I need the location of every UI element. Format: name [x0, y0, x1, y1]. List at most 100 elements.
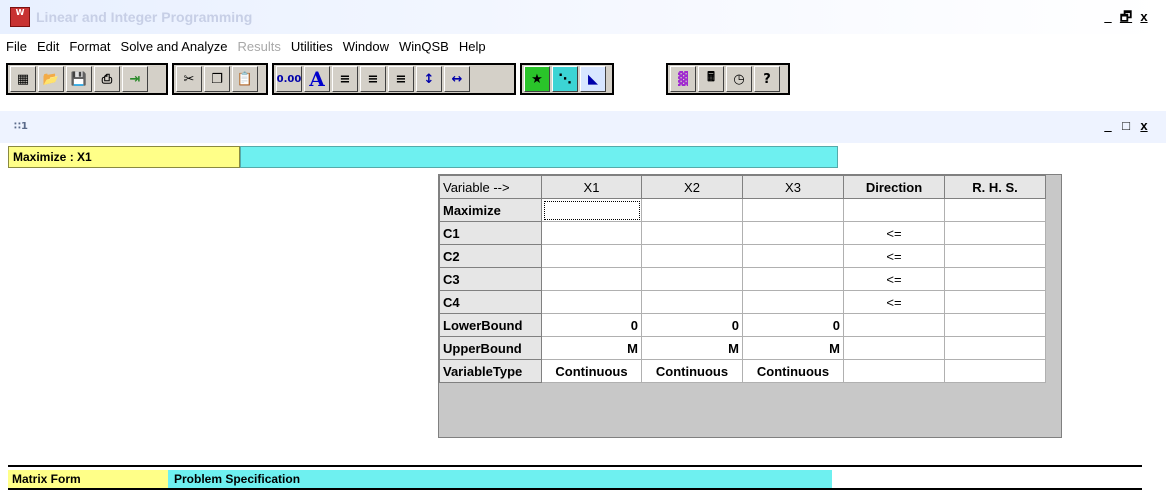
- rhs-cell[interactable]: [944, 198, 1046, 222]
- direction-cell[interactable]: <=: [843, 290, 945, 314]
- direction-cell[interactable]: <=: [843, 267, 945, 291]
- coefficient-cell[interactable]: [742, 244, 844, 268]
- exit-icon[interactable]: ⇥: [122, 66, 148, 92]
- paste-icon[interactable]: 📋: [232, 66, 258, 92]
- coefficient-cell[interactable]: 0: [641, 313, 743, 337]
- winqsb-app-icon[interactable]: W: [10, 7, 30, 27]
- coefficient-cell[interactable]: [641, 198, 743, 222]
- menu-window[interactable]: Window: [343, 39, 389, 54]
- row-header[interactable]: LowerBound: [439, 313, 542, 337]
- rhs-cell[interactable]: [944, 244, 1046, 268]
- child-window-title: 1: [20, 121, 28, 132]
- menu-utilities[interactable]: Utilities: [291, 39, 333, 54]
- coefficient-cell[interactable]: 0: [742, 313, 844, 337]
- new-icon[interactable]: ▦: [10, 66, 36, 92]
- clock-icon[interactable]: ◷: [726, 66, 752, 92]
- direction-cell[interactable]: <=: [843, 244, 945, 268]
- graph-icon[interactable]: ⋱: [552, 66, 578, 92]
- row-header[interactable]: C1: [439, 221, 542, 245]
- child-close-button[interactable]: x: [1136, 118, 1152, 134]
- calculator-icon[interactable]: 🖩: [698, 66, 724, 92]
- table-row: VariableType Continuous Continuous Continuo…: [439, 359, 1046, 383]
- column-header[interactable]: R. H. S.: [944, 175, 1046, 199]
- row-header[interactable]: VariableType: [439, 359, 542, 383]
- row-header[interactable]: UpperBound: [439, 336, 542, 360]
- chart-icon[interactable]: ▓: [670, 66, 696, 92]
- coefficient-cell[interactable]: [641, 221, 743, 245]
- column-header[interactable]: X3: [742, 175, 844, 199]
- coefficient-cell[interactable]: [742, 221, 844, 245]
- coefficient-cell[interactable]: Continuous: [641, 359, 743, 383]
- menu-help[interactable]: Help: [459, 39, 486, 54]
- direction-cell[interactable]: [843, 313, 945, 337]
- copy-icon[interactable]: ❐: [204, 66, 230, 92]
- menu-results[interactable]: Results: [238, 39, 281, 54]
- cut-icon[interactable]: ✂: [176, 66, 202, 92]
- rhs-cell[interactable]: [944, 313, 1046, 337]
- menu-solve-and-analyze[interactable]: Solve and Analyze: [121, 39, 228, 54]
- coefficient-cell[interactable]: [641, 290, 743, 314]
- row-header[interactable]: C2: [439, 244, 542, 268]
- coefficient-cell[interactable]: [541, 198, 642, 222]
- coefficient-cell[interactable]: [742, 198, 844, 222]
- align-left-icon[interactable]: ≡: [332, 66, 358, 92]
- table-row: C4 <=: [439, 290, 1046, 314]
- child-minimize-button[interactable]: _: [1100, 118, 1116, 134]
- align-center-icon[interactable]: ≡: [360, 66, 386, 92]
- coefficient-cell[interactable]: Continuous: [742, 359, 844, 383]
- direction-cell[interactable]: <=: [843, 221, 945, 245]
- direction-cell[interactable]: [843, 359, 945, 383]
- child-window-title-bar: ∷1 _ □ x: [0, 111, 1166, 143]
- minimize-button[interactable]: _: [1100, 9, 1116, 25]
- column-header[interactable]: X2: [641, 175, 743, 199]
- coefficient-cell[interactable]: M: [641, 336, 743, 360]
- restore-button[interactable]: 🗗: [1118, 9, 1134, 25]
- rhs-cell[interactable]: [944, 221, 1046, 245]
- row-height-icon[interactable]: ↕: [416, 66, 442, 92]
- menu-file[interactable]: File: [6, 39, 27, 54]
- coefficient-cell[interactable]: [541, 244, 642, 268]
- coefficient-cell[interactable]: [541, 267, 642, 291]
- coefficient-cell[interactable]: M: [541, 336, 642, 360]
- row-header[interactable]: Maximize: [439, 198, 542, 222]
- coefficient-cell[interactable]: [541, 290, 642, 314]
- graphic-method-icon[interactable]: ◣: [580, 66, 606, 92]
- coefficient-cell[interactable]: [742, 267, 844, 291]
- row-header[interactable]: C3: [439, 267, 542, 291]
- direction-cell[interactable]: [843, 198, 945, 222]
- menu-edit[interactable]: Edit: [37, 39, 59, 54]
- coefficient-cell[interactable]: M: [742, 336, 844, 360]
- menu-winqsb[interactable]: WinQSB: [399, 39, 449, 54]
- coefficient-cell[interactable]: [742, 290, 844, 314]
- rhs-cell[interactable]: [944, 336, 1046, 360]
- close-button[interactable]: x: [1136, 9, 1152, 25]
- problem-grid: Variable --> X1 X2 X3 Direction R. H. S. Maxim…: [438, 174, 1062, 438]
- help-icon[interactable]: ?: [754, 66, 780, 92]
- coefficient-cell[interactable]: [641, 267, 743, 291]
- rhs-cell[interactable]: [944, 290, 1046, 314]
- table-row: C1 <=: [439, 221, 1046, 245]
- column-header[interactable]: Variable -->: [439, 175, 542, 199]
- coefficient-cell[interactable]: 0: [541, 313, 642, 337]
- menu-format[interactable]: Format: [69, 39, 110, 54]
- coefficient-cell[interactable]: Continuous: [541, 359, 642, 383]
- coefficient-cell[interactable]: [641, 244, 743, 268]
- direction-cell[interactable]: [843, 336, 945, 360]
- print-icon[interactable]: ⎙: [94, 66, 120, 92]
- font-icon[interactable]: A: [304, 66, 330, 92]
- open-icon[interactable]: 📂: [38, 66, 64, 92]
- save-icon[interactable]: 💾: [66, 66, 92, 92]
- column-width-icon[interactable]: ↔: [444, 66, 470, 92]
- rhs-cell[interactable]: [944, 359, 1046, 383]
- solve-icon[interactable]: ★: [524, 66, 550, 92]
- align-right-icon[interactable]: ≡: [388, 66, 414, 92]
- rhs-cell[interactable]: [944, 267, 1046, 291]
- cell-entry-field[interactable]: [240, 146, 838, 168]
- column-header[interactable]: Direction: [843, 175, 945, 199]
- number-format-icon[interactable]: 0.00: [276, 66, 302, 92]
- column-header[interactable]: X1: [541, 175, 642, 199]
- child-maximize-button[interactable]: □: [1118, 118, 1134, 134]
- coefficient-cell[interactable]: [541, 221, 642, 245]
- row-header[interactable]: C4: [439, 290, 542, 314]
- toolbar-tools-group: ▓ 🖩 ◷ ?: [666, 63, 790, 95]
